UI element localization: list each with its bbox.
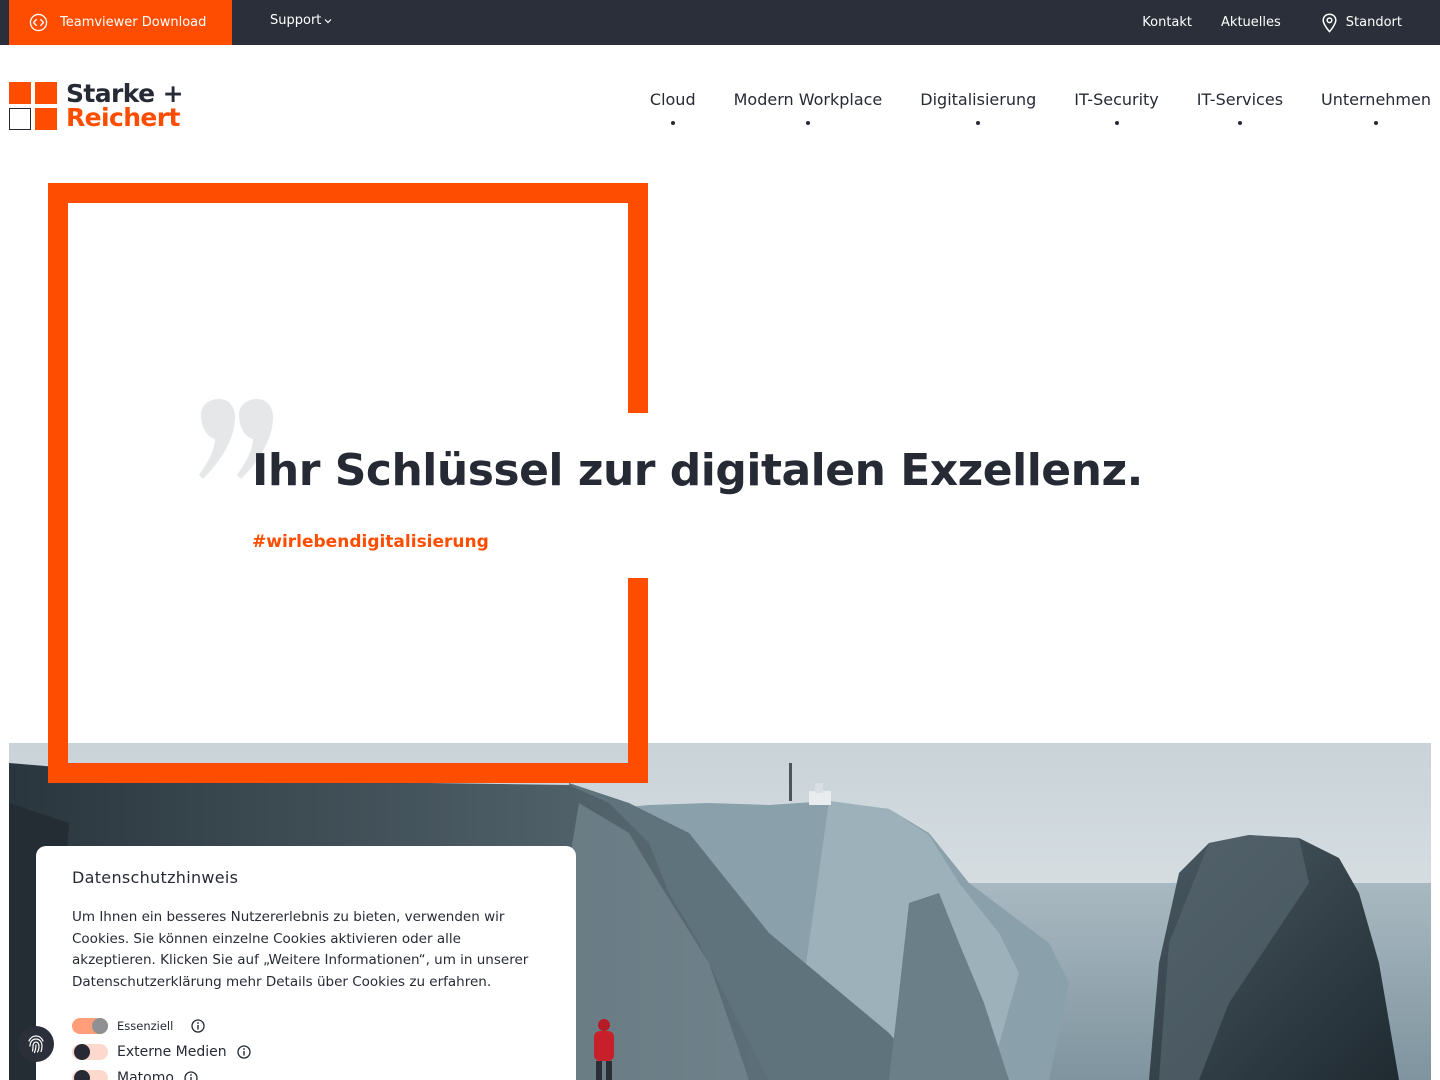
hero-headline: Ihr Schlüssel zur digitalen Exzellenz. bbox=[252, 445, 1143, 496]
standort-link[interactable]: Standort bbox=[1321, 12, 1402, 33]
nav-dot bbox=[1237, 121, 1242, 125]
nav-dot bbox=[976, 121, 981, 125]
nav-label: Cloud bbox=[649, 90, 696, 109]
nav-item-modern-workplace[interactable]: Modern Workplace bbox=[733, 90, 883, 125]
nav-item-digitalisierung[interactable]: Digitalisierung bbox=[920, 90, 1036, 125]
kontakt-link[interactable]: Kontakt bbox=[1142, 15, 1192, 30]
logo-line-2: Reichert bbox=[66, 103, 180, 132]
logo-text: Starke + Reichert bbox=[66, 81, 184, 132]
top-links: Kontakt Aktuelles Standort bbox=[1113, 0, 1402, 45]
toggle-row-matomo: Matomo bbox=[72, 1065, 540, 1080]
info-icon[interactable] bbox=[184, 1071, 198, 1080]
logo[interactable]: Starke + Reichert bbox=[9, 81, 184, 132]
toggle-label: Externe Medien bbox=[117, 1044, 227, 1060]
main-nav: Cloud Modern Workplace Digitalisierung I… bbox=[612, 90, 1431, 125]
nav-dot bbox=[1374, 121, 1379, 125]
nav-label: IT-Security bbox=[1074, 90, 1159, 109]
nav-dot bbox=[670, 121, 675, 125]
support-label: Support bbox=[270, 13, 322, 28]
teamviewer-label: Teamviewer Download bbox=[60, 15, 207, 30]
nav-item-it-services[interactable]: IT-Services bbox=[1197, 90, 1283, 125]
nav-dot bbox=[1114, 121, 1119, 125]
standort-label: Standort bbox=[1345, 15, 1402, 30]
fingerprint-icon bbox=[28, 1035, 44, 1054]
logo-mark bbox=[9, 82, 57, 130]
teamviewer-icon bbox=[29, 13, 48, 32]
top-bar: Teamviewer Download Support Kontakt Aktu… bbox=[0, 0, 1440, 45]
chevron-down-icon bbox=[324, 18, 332, 23]
cookie-consent-dialog: Datenschutzhinweis Um Ihnen ein besseres… bbox=[36, 846, 576, 1080]
nav-label: IT-Services bbox=[1196, 90, 1284, 109]
support-menu[interactable]: Support bbox=[270, 13, 332, 28]
cookie-title: Datenschutzhinweis bbox=[72, 868, 239, 887]
nav-label: Modern Workplace bbox=[733, 90, 883, 109]
aktuelles-link[interactable]: Aktuelles bbox=[1221, 15, 1281, 30]
toggle-row-essenziell: Essenziell bbox=[72, 1013, 540, 1039]
toggle-label: Essenziell bbox=[117, 1019, 174, 1033]
cookie-toggles: Essenziell Externe Medien Matomo bbox=[72, 1013, 540, 1080]
nav-label: Digitalisierung bbox=[920, 90, 1037, 109]
info-icon[interactable] bbox=[236, 1045, 251, 1059]
toggle-row-externe-medien: Externe Medien bbox=[72, 1039, 540, 1065]
toggle-essenziell[interactable] bbox=[72, 1018, 108, 1034]
cookie-text: Um Ihnen ein besseres Nutzererlebnis zu … bbox=[72, 909, 529, 990]
nav-item-it-security[interactable]: IT-Security bbox=[1074, 90, 1159, 125]
toggle-label: Matomo bbox=[117, 1070, 174, 1080]
toggle-externe-medien[interactable] bbox=[72, 1044, 108, 1060]
nav-label: Unternehmen bbox=[1321, 90, 1431, 109]
info-icon[interactable] bbox=[191, 1019, 205, 1033]
privacy-settings-button[interactable] bbox=[18, 1026, 54, 1062]
nav-item-cloud[interactable]: Cloud bbox=[650, 90, 696, 125]
map-pin-icon bbox=[1322, 12, 1337, 33]
hero-hashtag: #wirlebendigitalisierung bbox=[252, 532, 489, 552]
nav-item-unternehmen[interactable]: Unternehmen bbox=[1321, 90, 1431, 125]
nav-dot bbox=[805, 121, 810, 125]
toggle-matomo[interactable] bbox=[72, 1070, 108, 1080]
teamviewer-download-button[interactable]: Teamviewer Download bbox=[9, 0, 232, 45]
